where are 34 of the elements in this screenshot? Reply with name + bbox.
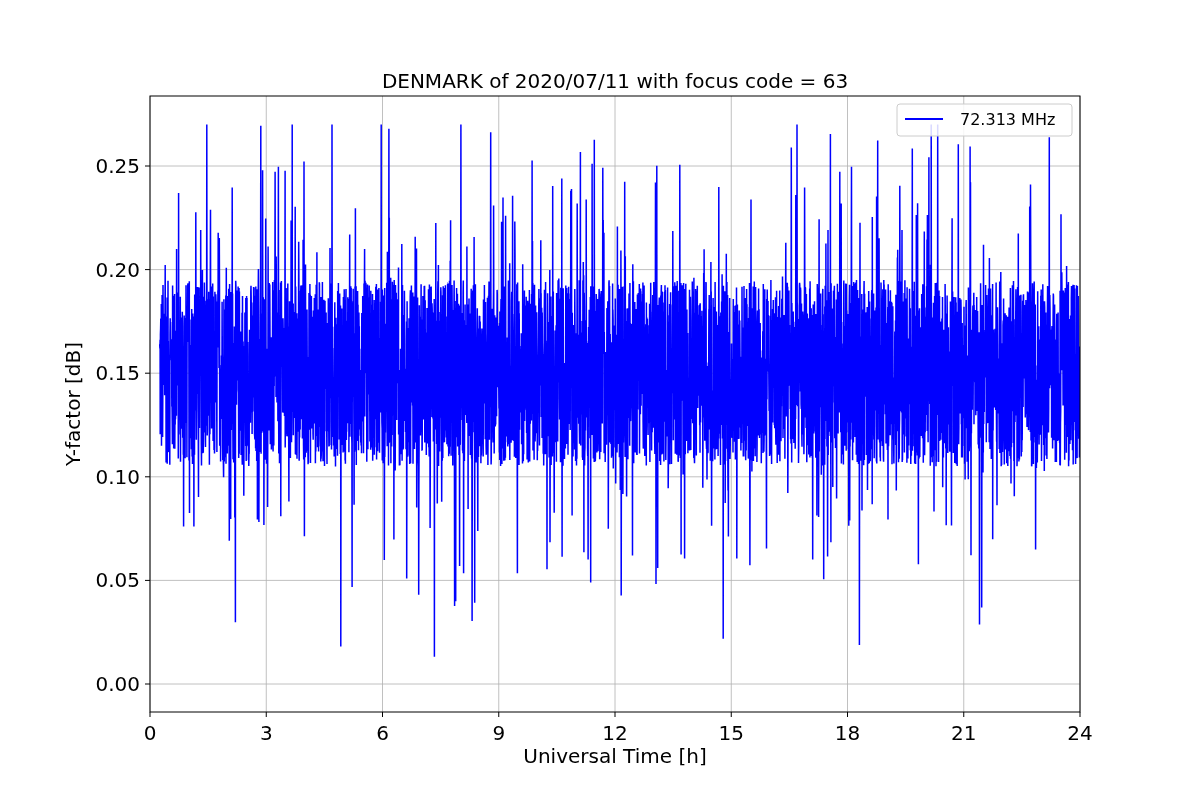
chart-title: DENMARK of 2020/07/11 with focus code = 63: [381, 69, 849, 93]
tick-mark: [144, 372, 151, 374]
tick-mark: [149, 711, 151, 718]
tick-mark: [614, 711, 616, 718]
tick-mark: [382, 711, 383, 718]
y-tick-label: 0.10: [95, 464, 140, 489]
tick-mark: [265, 711, 267, 718]
y-tick-label: 0.15: [95, 361, 140, 386]
x-tick-label: 21: [951, 721, 977, 745]
tick-mark: [847, 711, 848, 718]
tick-mark: [144, 476, 151, 478]
tick-mark: [498, 711, 500, 718]
tick-mark: [144, 579, 151, 581]
x-axis-label: Universal Time [h]: [523, 744, 707, 768]
y-tick-label: 0.05: [95, 568, 140, 593]
y-tick-label: 0.00: [95, 672, 140, 696]
x-tick-label: 3: [259, 721, 273, 745]
x-tick-label: 24: [1067, 721, 1093, 745]
tick-mark: [963, 711, 965, 718]
x-tick-label: 6: [376, 721, 389, 745]
tick-mark: [144, 269, 151, 271]
tick-mark: [144, 165, 151, 167]
x-tick-label: 0: [143, 721, 157, 745]
x-tick-label: 15: [718, 721, 744, 745]
x-tick-label: 12: [602, 721, 628, 745]
y-axis-label: Y-factor [dB]: [61, 342, 85, 466]
y-tick-label: 0.25: [95, 154, 140, 178]
tick-mark: [144, 683, 151, 685]
x-tick-label: 18: [834, 721, 861, 745]
legend-label: 72.313 MHz: [960, 110, 1056, 129]
x-tick-label: 9: [492, 721, 506, 745]
y-tick-label: 0.20: [95, 257, 140, 282]
tick-mark: [730, 711, 732, 718]
tick-mark: [1079, 711, 1081, 718]
